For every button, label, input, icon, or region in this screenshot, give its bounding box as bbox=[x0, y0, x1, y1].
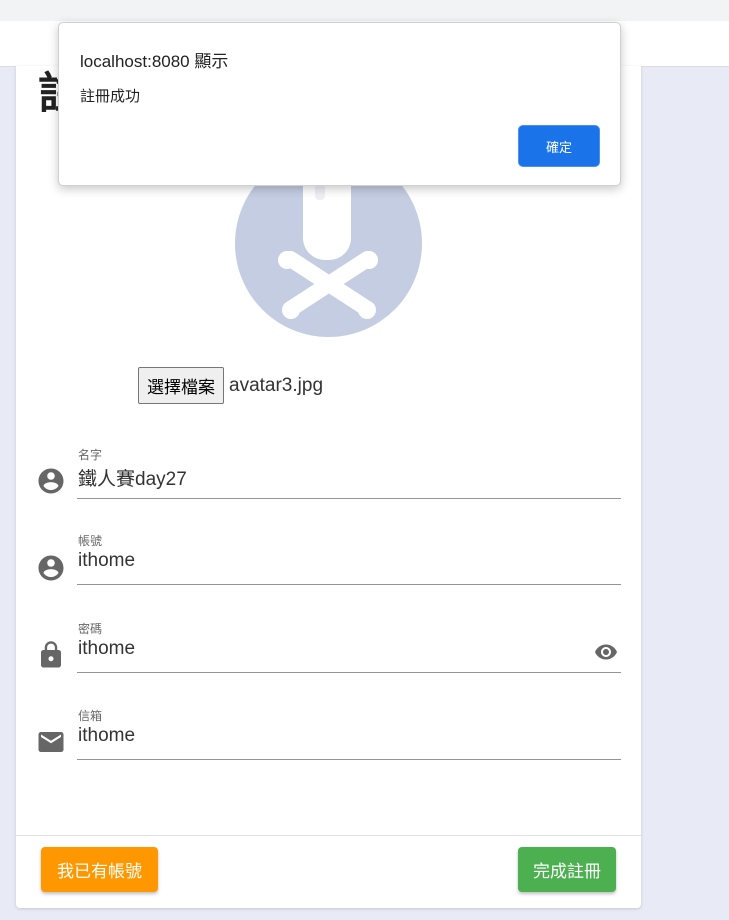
lock-icon bbox=[41, 641, 61, 668]
name-label: 名字 bbox=[78, 448, 103, 462]
card-actions-divider bbox=[16, 835, 641, 836]
email-label: 信箱 bbox=[78, 709, 103, 723]
name-underline bbox=[77, 498, 621, 499]
dialog-message: 註冊成功 bbox=[80, 88, 141, 105]
password-underline bbox=[77, 672, 621, 673]
dialog-origin: localhost:8080 顯示 bbox=[80, 52, 229, 71]
email-icon bbox=[38, 732, 64, 752]
register-card: 註 選擇檔案 avatar3.jpg 名字 鐵人賽day27 bbox=[16, 66, 641, 908]
browser-top-strip bbox=[0, 0, 729, 21]
choose-file-button[interactable]: 選擇檔案 bbox=[138, 367, 224, 404]
name-input[interactable]: 鐵人賽day27 bbox=[78, 464, 187, 491]
file-input: 選擇檔案 avatar3.jpg bbox=[138, 367, 323, 404]
account-circle-icon bbox=[38, 468, 64, 494]
account-field[interactable]: 帳號 ithome bbox=[32, 532, 621, 602]
account-input[interactable]: ithome bbox=[78, 550, 135, 572]
password-input[interactable]: ithome bbox=[78, 638, 135, 660]
email-underline bbox=[77, 759, 621, 760]
email-field[interactable]: 信箱 ithome bbox=[32, 707, 621, 777]
name-field[interactable]: 名字 鐵人賽day27 bbox=[32, 446, 621, 516]
email-input[interactable]: ithome bbox=[78, 725, 135, 747]
eye-icon[interactable] bbox=[591, 640, 621, 664]
account-circle-icon bbox=[38, 555, 64, 581]
password-field[interactable]: 密碼 ithome bbox=[32, 620, 621, 690]
account-label: 帳號 bbox=[78, 534, 103, 548]
account-underline bbox=[77, 584, 621, 585]
complete-register-button[interactable]: 完成註冊 bbox=[518, 847, 616, 892]
alert-dialog: localhost:8080 顯示 註冊成功 確定 bbox=[58, 22, 621, 186]
selected-file-name: avatar3.jpg bbox=[229, 374, 324, 396]
password-label: 密碼 bbox=[78, 622, 103, 636]
dialog-ok-button[interactable]: 確定 bbox=[518, 125, 600, 167]
have-account-button[interactable]: 我已有帳號 bbox=[41, 847, 158, 892]
